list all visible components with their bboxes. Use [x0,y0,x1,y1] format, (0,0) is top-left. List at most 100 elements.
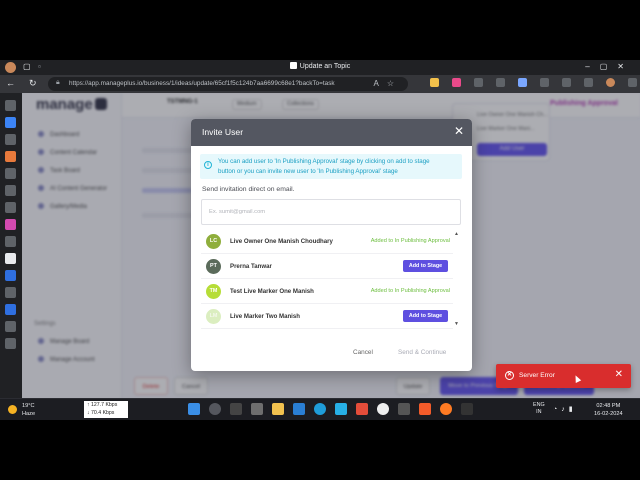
close-icon[interactable]: ✕ [615,369,623,380]
clock-time: 02:48 PM [596,403,621,409]
collections-icon[interactable] [562,78,571,87]
start-icon[interactable] [188,403,200,415]
email-placeholder: Ex. sumit@gmail.com [209,209,266,215]
user-name: Live Marker Two Manish [230,313,300,320]
vertical-tab[interactable] [5,151,16,162]
vertical-tab[interactable] [5,185,16,196]
tab-title: Update an Topic [299,63,351,70]
browser-toolbar: ← ↻ 🔒︎ https://app.manageplus.io/busines… [0,75,640,93]
window-controls[interactable]: –▢✕ [585,62,634,71]
taskbar: 19°C Haze ↑ 127.7 Kbps ↓ 70.4 Kbps ENG IN… [0,398,640,420]
settings-icon[interactable] [251,403,263,415]
menu-icon[interactable] [628,78,637,87]
media-player-icon[interactable] [377,403,389,415]
address-actions[interactable]: A☆ [373,79,402,88]
add-to-stage-button[interactable]: Add to Stage [403,310,448,322]
file-explorer-icon[interactable] [272,403,284,415]
app-icon[interactable] [356,403,368,415]
active-tab[interactable]: Update an Topic [0,62,640,70]
back-icon[interactable]: ← [6,78,15,88]
cancel-button[interactable]: Cancel [353,349,373,356]
vertical-tab[interactable] [5,202,16,213]
scroll-down-arrow-icon[interactable]: ▼ [454,321,459,327]
list-item: LM Live Marker Two Manish Add to Stage [201,305,453,329]
added-status: Added to In Publishing Approval [370,288,450,294]
info-alert: i You can add user to 'In Publishing App… [200,154,462,179]
user-list[interactable]: LC Live Owner One Manish Choudhary Added… [201,230,453,329]
lock-icon[interactable]: 🔒︎ [56,79,60,87]
vscode-icon[interactable] [293,403,305,415]
weather-temp: 19°C [22,403,35,409]
list-item: TM Test Live Marker One Manish Added to … [201,280,453,304]
extension-icon[interactable] [430,78,439,87]
vertical-tab[interactable] [5,219,16,230]
extension-icon[interactable] [496,78,505,87]
avatar: TM [206,284,221,299]
user-name: Live Owner One Manish Choudhary [230,238,333,245]
search-icon[interactable] [209,403,221,415]
extension-icons [430,78,640,87]
favorites-icon[interactable] [540,78,549,87]
info-text: button or you can invite new user to 'In… [218,168,398,175]
vertical-tab[interactable] [5,168,16,179]
list-item: PT Prerna Tanwar Add to Stage [201,255,453,279]
tab-favicon-icon [289,62,297,69]
user-name: Prerna Tanwar [230,263,272,270]
email-label: Send invitation direct on email. [202,186,295,193]
vertical-tab[interactable] [5,287,16,298]
invite-user-modal: Invite User ✕ i You can add user to 'In … [191,119,472,371]
vertical-tab[interactable] [5,100,16,111]
app-icon[interactable] [461,403,473,415]
user-name: Test Live Marker One Manish [230,288,314,295]
reload-icon[interactable]: ↻ [29,78,37,89]
list-item: LC Live Owner One Manish Choudhary Added… [201,230,453,254]
app-icon[interactable] [398,403,410,415]
tray-icons[interactable]: ◔♪▮ [553,405,577,413]
vertical-tab[interactable] [5,117,16,128]
vertical-tab[interactable] [5,253,16,264]
modal-header: Invite User ✕ [191,119,472,146]
upload-speed: ↑ 127.7 Kbps [87,402,118,408]
address-url: https://app.manageplus.io/business/1/ide… [69,80,335,87]
download-speed: ↓ 70.4 Kbps [87,410,115,416]
extension-icon[interactable] [474,78,483,87]
send-continue-button[interactable]: Send & Continue [398,349,446,356]
avatar: LM [206,309,221,324]
vertical-tab[interactable] [5,134,16,145]
split-screen-icon[interactable] [518,78,527,87]
vertical-tab[interactable] [5,338,16,349]
weather-icon [8,405,17,414]
firefox-icon[interactable] [440,403,452,415]
vertical-tab[interactable] [5,321,16,332]
added-status: Added to In Publishing Approval [370,238,450,244]
extension-icon[interactable] [452,78,461,87]
toast-message: Server Error [519,372,555,379]
scroll-up-arrow-icon[interactable]: ▲ [454,231,459,237]
lang-code: ENG [533,402,545,408]
add-to-stage-button[interactable]: Add to Stage [403,260,448,272]
edge-icon[interactable] [314,403,326,415]
address-bar[interactable]: 🔒︎ https://app.manageplus.io/business/1/… [48,77,408,91]
lang-region: IN [536,409,542,415]
weather-desc: Haze [22,411,36,417]
info-text: You can add user to 'In Publishing Appro… [218,158,430,165]
task-view-icon[interactable] [230,403,242,415]
brave-icon[interactable] [419,403,431,415]
vertical-tab[interactable] [5,270,16,281]
email-field[interactable]: Ex. sumit@gmail.com [201,199,461,225]
error-icon: ✕ [505,371,514,380]
vertical-tab[interactable] [5,236,16,247]
browser-titlebar: ▢ ▫ Update an Topic –▢✕ [0,60,640,75]
error-toast: ✕ Server Error ✕ [496,364,631,388]
modal-title: Invite User [202,127,244,137]
clock-date: 16-02-2024 [594,411,623,417]
info-icon: i [204,161,212,169]
skype-icon[interactable] [335,403,347,415]
close-icon[interactable]: ✕ [454,124,464,138]
vertical-tab-strip [0,93,22,420]
downloads-icon[interactable] [584,78,593,87]
profile-icon[interactable] [606,78,615,87]
language-indicator[interactable]: ENG IN [533,402,545,416]
vertical-tab[interactable] [5,304,16,315]
clock[interactable]: 02:48 PM 16-02-2024 [594,402,623,418]
